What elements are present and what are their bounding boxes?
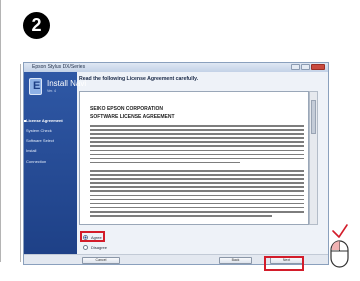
install-navi-logo-icon [29, 78, 42, 95]
main-content: Read the following License Agreement car… [79, 76, 327, 264]
mouse-click-icon [330, 240, 349, 268]
close-button[interactable] [311, 64, 325, 70]
license-text-area[interactable]: SEIKO EPSON CORPORATION SOFTWARE LICENSE… [79, 91, 318, 225]
back-button[interactable]: Back [219, 257, 252, 264]
sidebar: Install Navi Ver. 4 License Agreement Sy… [24, 72, 86, 264]
license-paragraph-1 [90, 125, 304, 166]
disagree-option[interactable]: Disagree [83, 245, 107, 250]
window-title: Epson Stylus DX/Series [32, 64, 86, 70]
sidebar-item-connection: Connection [26, 159, 47, 164]
app-version: Ver. 4 [47, 89, 56, 93]
sidebar-item-license-agreement: License Agreement [26, 118, 63, 123]
maximize-button[interactable] [301, 64, 310, 70]
step-number-badge: 2 [23, 12, 50, 39]
installer-window: Epson Stylus DX/Series Install Navi Ver.… [23, 62, 329, 265]
frame-left-rule [0, 0, 1, 262]
frame-mid-rule [20, 64, 21, 262]
license-company: SEIKO EPSON CORPORATION [90, 106, 163, 112]
disagree-label: Disagree [91, 245, 108, 250]
disagree-radio[interactable] [83, 245, 88, 250]
sidebar-item-system-check: System Check [26, 128, 52, 133]
page-heading: Read the following License Agreement car… [79, 76, 199, 82]
next-highlight-box [264, 256, 304, 271]
cancel-button[interactable]: Cancel [82, 257, 120, 264]
sidebar-item-install: Install [26, 148, 37, 153]
minimize-button[interactable] [291, 64, 300, 70]
license-title: SOFTWARE LICENSE AGREEMENT [90, 114, 175, 120]
license-paragraph-2 [90, 170, 304, 219]
scrollbar-thumb[interactable] [311, 100, 316, 134]
agree-highlight-box [80, 231, 105, 242]
license-scrollbar[interactable] [309, 91, 318, 225]
window-titlebar: Epson Stylus DX/Series [24, 63, 328, 72]
window-controls [291, 64, 325, 70]
sidebar-item-software-select: Software Select [26, 138, 55, 143]
